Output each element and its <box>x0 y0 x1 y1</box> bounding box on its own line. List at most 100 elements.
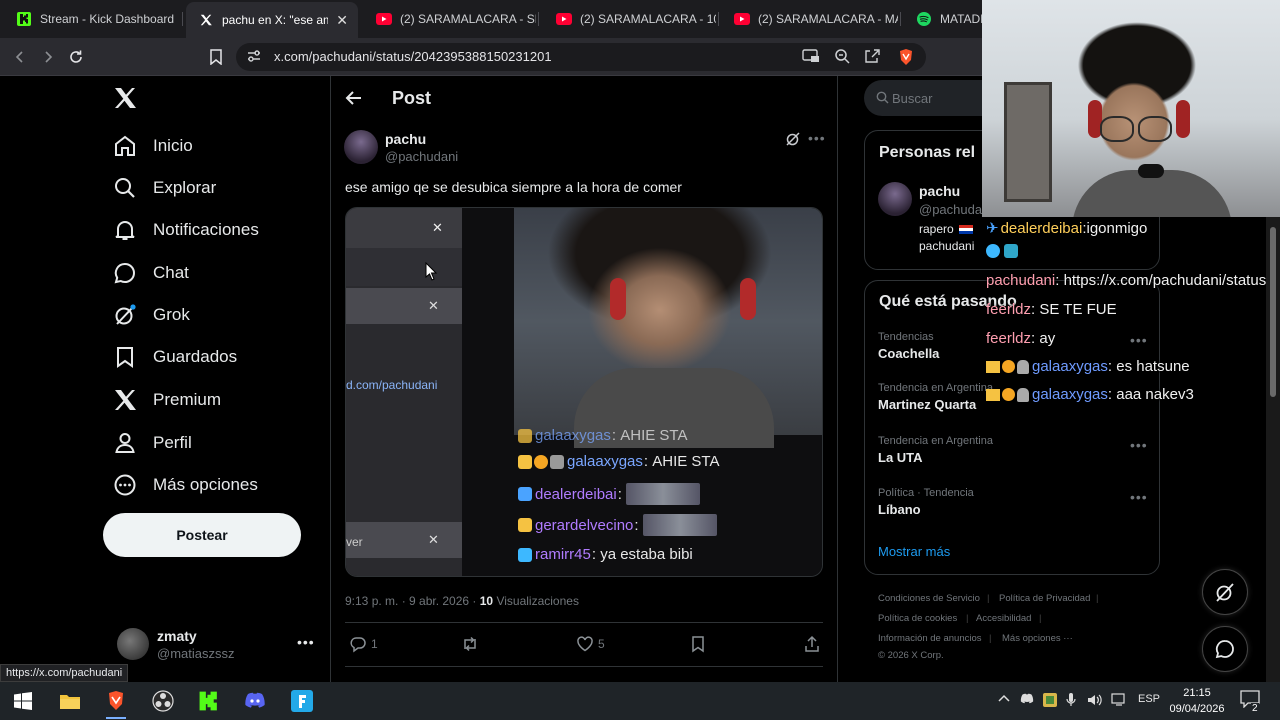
back-button[interactable] <box>10 47 30 67</box>
footer-ads-link[interactable]: Información de anuncios <box>878 633 982 644</box>
bookmark-button[interactable] <box>689 635 711 653</box>
headset-mic <box>1138 164 1164 178</box>
reply-button[interactable]: 1 <box>349 635 378 653</box>
nav-item-chat[interactable]: Chat <box>113 258 189 288</box>
tab-spotify[interactable]: MATADER <box>904 6 984 32</box>
discord-icon[interactable] <box>243 689 267 713</box>
x-logo-icon[interactable] <box>113 86 139 112</box>
messages-floating-button[interactable] <box>1202 626 1248 672</box>
share-icon[interactable] <box>864 48 882 66</box>
nav-item-inicio[interactable]: Inicio <box>113 131 193 161</box>
footer-separator: | <box>989 633 992 644</box>
footer-cookies-link[interactable]: Política de cookies <box>878 613 957 624</box>
chat-user: feerldz <box>986 330 1032 347</box>
trend-item[interactable]: Tendencias Coachella <box>878 331 939 361</box>
tab-youtube-2[interactable]: (2) SARAMALACARA - 10p <box>544 6 716 32</box>
tray-expand-icon[interactable] <box>998 693 1010 703</box>
show-more-link[interactable]: Mostrar más <box>878 544 950 559</box>
more-icon[interactable]: ••• <box>297 634 315 650</box>
grok-icon <box>113 303 137 327</box>
nav-item-explorar[interactable]: Explorar <box>113 173 216 203</box>
glasses-left <box>1100 116 1134 142</box>
tab-x-post[interactable]: pachu en X: "ese amig ✕ <box>186 2 358 38</box>
ghost-badge-icon <box>1017 359 1029 374</box>
kick-icon[interactable] <box>197 689 221 713</box>
scrollbar-thumb[interactable] <box>1270 227 1276 397</box>
trend-item[interactable]: Política · Tendencia Líbano <box>878 487 974 517</box>
share-button[interactable] <box>803 635 825 653</box>
site-info-icon[interactable] <box>246 48 264 66</box>
crown-badge-icon <box>518 454 532 469</box>
network-icon[interactable] <box>1111 693 1127 707</box>
nav-item-mas-opciones[interactable]: Más opciones <box>113 470 258 500</box>
nav-item-label: Guardados <box>153 347 238 366</box>
zoom-icon[interactable] <box>834 48 852 66</box>
post-author-name[interactable]: pachu <box>385 131 426 147</box>
tab-youtube-1[interactable]: (2) SARAMALACARA - SEÑ <box>364 6 536 32</box>
nav-item-label: Perfil <box>153 433 192 452</box>
brave-shield-icon[interactable] <box>898 48 916 66</box>
footer-more-link[interactable]: Más opciones ··· <box>1002 633 1073 644</box>
avatar[interactable] <box>878 182 912 216</box>
trend-item[interactable]: Tendencia en Argentina La UTA <box>878 435 993 465</box>
language-indicator[interactable]: ESP <box>1138 693 1160 705</box>
nav-item-grok[interactable]: Grok <box>113 300 190 330</box>
windows-start-icon[interactable] <box>11 689 35 713</box>
more-icon[interactable]: ••• <box>1130 332 1148 348</box>
grok-floating-button[interactable] <box>1202 569 1248 615</box>
post-media[interactable]: ✕ ✕ d.com/pachudani ver ✕ + galaaxygas: … <box>345 207 823 577</box>
nav-item-guardados[interactable]: Guardados <box>113 342 237 372</box>
forward-button[interactable] <box>38 47 58 67</box>
post-author-handle[interactable]: @pachudani <box>385 149 458 164</box>
footer-privacy-link[interactable]: Política de Privacidad <box>999 593 1090 604</box>
repost-button[interactable] <box>461 635 483 653</box>
microphone-icon[interactable] <box>1066 693 1076 707</box>
nav-item-perfil[interactable]: Perfil <box>113 428 192 458</box>
nav-item-label: Inicio <box>153 136 193 155</box>
more-icon[interactable]: ••• <box>1130 437 1148 453</box>
chat-message: aaa nakev3 <box>1116 386 1194 403</box>
tab-kick-dashboard[interactable]: Stream - Kick Dashboard <box>4 6 180 32</box>
file-explorer-icon[interactable] <box>58 689 82 713</box>
address-bar[interactable]: x.com/pachudani/status/20423953881502312… <box>236 43 926 71</box>
more-icon[interactable]: ••• <box>1130 489 1148 505</box>
chat-message: ay <box>1039 330 1056 347</box>
screenshot-tab-strip <box>346 208 462 248</box>
avatar[interactable] <box>344 130 378 164</box>
app-tray-icon[interactable] <box>1043 693 1057 707</box>
post-timestamp[interactable]: 9:13 p. m. · 9 abr. 2026 · <box>345 594 480 608</box>
trend-item[interactable]: Tendencia en Argentina Martinez Quarta <box>878 382 993 412</box>
close-icon[interactable]: ✕ <box>336 12 348 29</box>
nav-item-notificaciones[interactable]: Notificaciones <box>113 215 259 245</box>
back-arrow-icon[interactable] <box>345 89 363 107</box>
page-scrollbar[interactable] <box>1266 217 1280 682</box>
nav-item-premium[interactable]: Premium <box>113 385 221 415</box>
reload-button[interactable] <box>66 47 86 67</box>
more-icon[interactable]: ••• <box>808 130 826 146</box>
trend-context: Tendencia en Argentina <box>878 382 993 394</box>
like-button[interactable]: 5 <box>576 635 605 653</box>
obs-icon[interactable] <box>151 689 175 713</box>
app-icon[interactable] <box>290 689 314 713</box>
tab-separator <box>900 12 901 26</box>
search-icon <box>113 176 137 200</box>
chat-user: dealerdeibai <box>1000 219 1083 237</box>
volume-icon[interactable] <box>1087 693 1103 707</box>
bio-text: rapero <box>919 222 954 236</box>
discord-tray-icon[interactable] <box>1020 693 1034 705</box>
cast-icon[interactable] <box>802 48 820 66</box>
grok-icon[interactable] <box>785 131 801 147</box>
relevant-user-name[interactable]: pachu <box>919 183 960 199</box>
repost-icon <box>464 636 476 652</box>
bookmark-page-button[interactable] <box>206 47 226 67</box>
account-switcher[interactable]: zmaty @matiaszssz ••• <box>117 628 317 664</box>
post-button[interactable]: Postear <box>103 513 301 557</box>
footer-accessibility-link[interactable]: Accesibilidad <box>976 613 1031 624</box>
media-chat-line: gerardelvecino: <box>518 514 717 536</box>
relevant-user-bio: rapero <box>919 222 973 236</box>
system-clock[interactable]: 21:15 09/04/2026 <box>1165 685 1229 717</box>
footer-terms-link[interactable]: Condiciones de Servicio <box>878 593 980 604</box>
brave-browser-icon[interactable] <box>104 689 128 719</box>
relevant-user-handle[interactable]: @pachuda <box>919 202 982 217</box>
tab-youtube-3[interactable]: (2) SARAMALACARA - MÁS <box>722 6 898 32</box>
